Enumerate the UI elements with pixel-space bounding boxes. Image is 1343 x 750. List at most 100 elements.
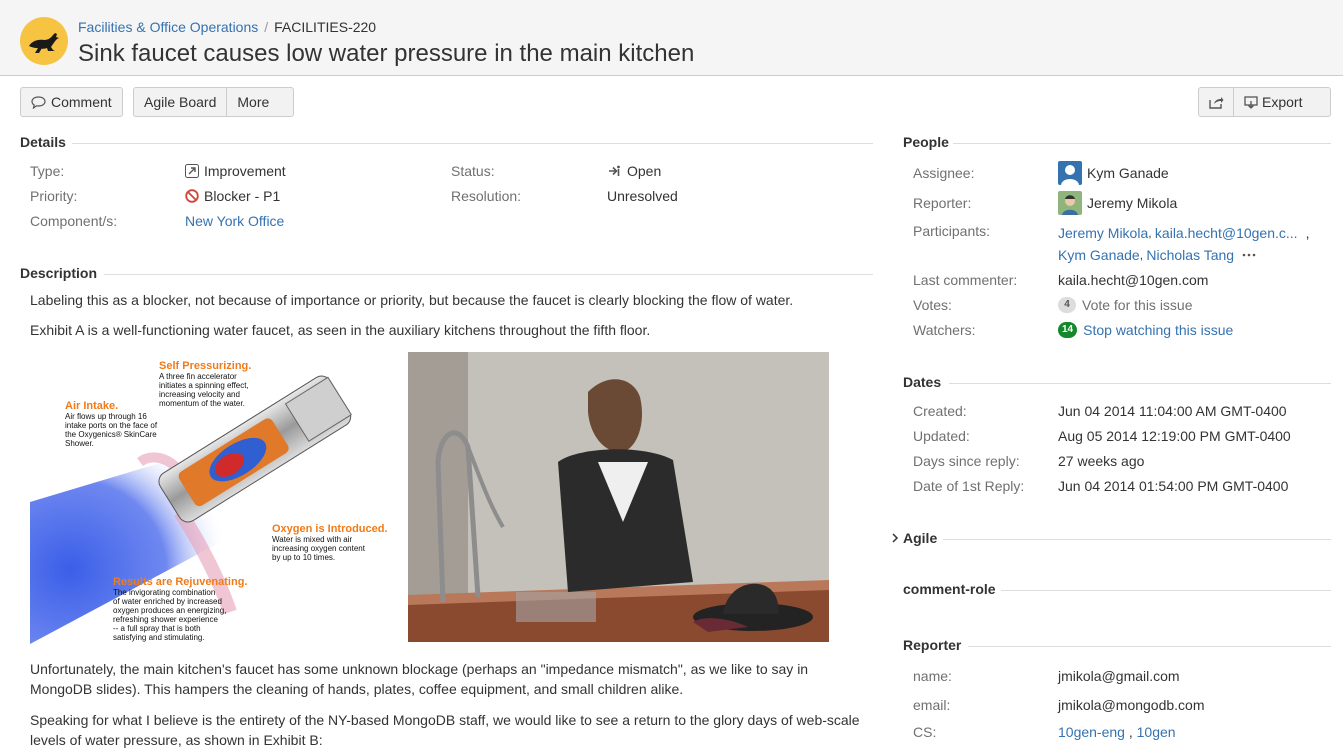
description-paragraph-3: Unfortunately, the main kitchen's faucet… [30, 661, 809, 697]
description-paragraph-2: Exhibit A is a well-functioning water fa… [30, 322, 651, 338]
comment-icon [31, 95, 46, 109]
comment-role-heading[interactable]: comment-role [903, 581, 996, 597]
cs-link[interactable]: 10gen [1137, 724, 1176, 740]
watchers-count-badge: 14 [1058, 322, 1078, 338]
export-button-group: Export [1198, 87, 1331, 117]
watchers-label: Watchers: [913, 322, 976, 338]
created-label: Created: [913, 403, 967, 419]
agile-board-button[interactable]: Agile Board [134, 88, 226, 116]
description-divider [104, 274, 873, 275]
priority-label: Priority: [30, 188, 78, 204]
description-paragraph-1: Labeling this as a blocker, not because … [30, 292, 794, 308]
reporter-block-divider [968, 646, 1331, 647]
status-label: Status: [451, 163, 495, 179]
status-value-text: Open [627, 163, 662, 179]
reporter-email-value: jmikola@mongodb.com [1058, 697, 1205, 713]
status-open-icon [607, 164, 622, 178]
faucet-photo-image [408, 352, 829, 642]
more-button-label: More [237, 94, 270, 110]
votes-count-badge: 4 [1058, 297, 1076, 313]
svg-text:Air flows up through 16: Air flows up through 16 intake ports on … [65, 412, 159, 448]
chevron-right-icon [891, 533, 899, 543]
breadcrumb-issue-key[interactable]: FACILITIES-220 [274, 19, 376, 35]
days-since-reply-label: Days since reply: [913, 453, 1020, 469]
share-button[interactable] [1199, 88, 1233, 116]
export-button[interactable]: Export [1233, 88, 1312, 116]
created-value: Jun 04 2014 11:04:00 AM GMT-0400 [1058, 403, 1287, 419]
details-heading[interactable]: Details [20, 134, 66, 150]
reporter-value[interactable]: Jeremy Mikola [1058, 191, 1177, 215]
last-commenter-value: kaila.hecht@10gen.com [1058, 272, 1209, 288]
first-reply-value: Jun 04 2014 01:54:00 PM GMT-0400 [1058, 478, 1289, 494]
dates-heading[interactable]: Dates [903, 374, 941, 390]
improvement-icon [185, 164, 199, 178]
participants-label: Participants: [913, 223, 991, 239]
reporter-name-value: jmikola@gmail.com [1058, 668, 1180, 684]
svg-text:Water is mixed with air: Water is mixed with air increasing oxyge… [272, 535, 367, 562]
type-value[interactable]: Improvement [185, 163, 286, 179]
resolution-value: Unresolved [607, 188, 678, 204]
components-label: Component/s: [30, 213, 118, 229]
people-heading[interactable]: People [903, 134, 949, 150]
watchers-value: 14 Stop watching this issue [1058, 322, 1233, 338]
export-button-label: Export [1262, 94, 1303, 110]
last-commenter-label: Last commenter: [913, 272, 1018, 288]
details-divider [72, 143, 873, 144]
participant-link[interactable]: Kym Ganade [1058, 247, 1140, 263]
type-label: Type: [30, 163, 65, 179]
participants-row-2: Kym Ganade, Nicholas Tang [1058, 247, 1256, 263]
priority-value-text: Blocker - P1 [204, 188, 281, 204]
svg-text:The invigorating combination: The invigorating combination of water en… [113, 588, 229, 642]
agile-heading[interactable]: Agile [891, 530, 937, 546]
assignee-name: Kym Ganade [1087, 165, 1169, 181]
more-participants-icon[interactable] [1242, 252, 1256, 258]
reporter-block-heading[interactable]: Reporter [903, 637, 961, 653]
updated-label: Updated: [913, 428, 970, 444]
dates-divider [949, 383, 1331, 384]
participant-link[interactable]: Nicholas Tang [1146, 247, 1234, 263]
reporter-name-label: name: [913, 668, 952, 684]
faucet-diagram-image: Self Pressurizing. A three fin accelerat… [30, 352, 398, 644]
reporter-avatar [1058, 191, 1082, 215]
self-pressurizing-title: Self Pressurizing. [159, 360, 251, 372]
resolution-label: Resolution: [451, 188, 522, 204]
breadcrumb-project-link[interactable]: Facilities & Office Operations [78, 19, 258, 35]
priority-value[interactable]: Blocker - P1 [185, 188, 280, 204]
participant-link[interactable]: Jeremy Mikola [1058, 225, 1148, 241]
assignee-value[interactable]: Kym Ganade [1058, 161, 1169, 185]
participant-link[interactable]: kaila.hecht@10gen.c... [1155, 225, 1298, 241]
component-link[interactable]: New York Office [185, 213, 284, 229]
comment-role-divider [1001, 590, 1331, 591]
results-title: Results are Rejuvenating. [113, 576, 248, 588]
blocker-priority-icon [185, 189, 199, 203]
type-value-text: Improvement [204, 163, 286, 179]
first-reply-label: Date of 1st Reply: [913, 478, 1025, 494]
status-value[interactable]: Open [607, 163, 661, 179]
breadcrumb: Facilities & Office Operations / FACILITIE… [78, 19, 376, 35]
participants-row-1: Jeremy Mikola, kaila.hecht@10gen.c..., [1058, 225, 1310, 241]
assignee-avatar [1058, 161, 1082, 185]
agile-heading-label: Agile [903, 530, 938, 546]
air-intake-title: Air Intake. [65, 400, 118, 412]
reporter-cs-label: CS: [913, 724, 937, 740]
votes-label: Votes: [913, 297, 952, 313]
agile-divider [943, 539, 1331, 540]
oxygen-title: Oxygen is Introduced. [272, 523, 388, 535]
updated-value: Aug 05 2014 12:19:00 PM GMT-0400 [1058, 428, 1291, 444]
comment-button[interactable]: Comment [20, 87, 123, 117]
description-paragraph-4: Speaking for what I believe is the entir… [30, 712, 860, 748]
vote-action-link[interactable]: Vote for this issue [1082, 297, 1193, 313]
reporter-cs-value: 10gen-eng , 10gen [1058, 724, 1176, 740]
reporter-name: Jeremy Mikola [1087, 195, 1178, 211]
people-divider [953, 143, 1331, 144]
issue-title[interactable]: Sink faucet causes low water pressure in… [78, 40, 694, 68]
description-heading[interactable]: Description [20, 265, 97, 281]
cs-link[interactable]: 10gen-eng [1058, 724, 1125, 740]
watch-toggle-link[interactable]: Stop watching this issue [1083, 322, 1233, 338]
more-button[interactable]: More [226, 88, 279, 116]
assignee-label: Assignee: [913, 165, 975, 181]
issue-header: Facilities & Office Operations / FACILITIE… [0, 0, 1343, 76]
reporter-label: Reporter: [913, 195, 972, 211]
project-logo-icon[interactable] [20, 17, 68, 65]
svg-text:A three fin accelerator: A three fin accelerator initiates a spin… [159, 372, 251, 408]
